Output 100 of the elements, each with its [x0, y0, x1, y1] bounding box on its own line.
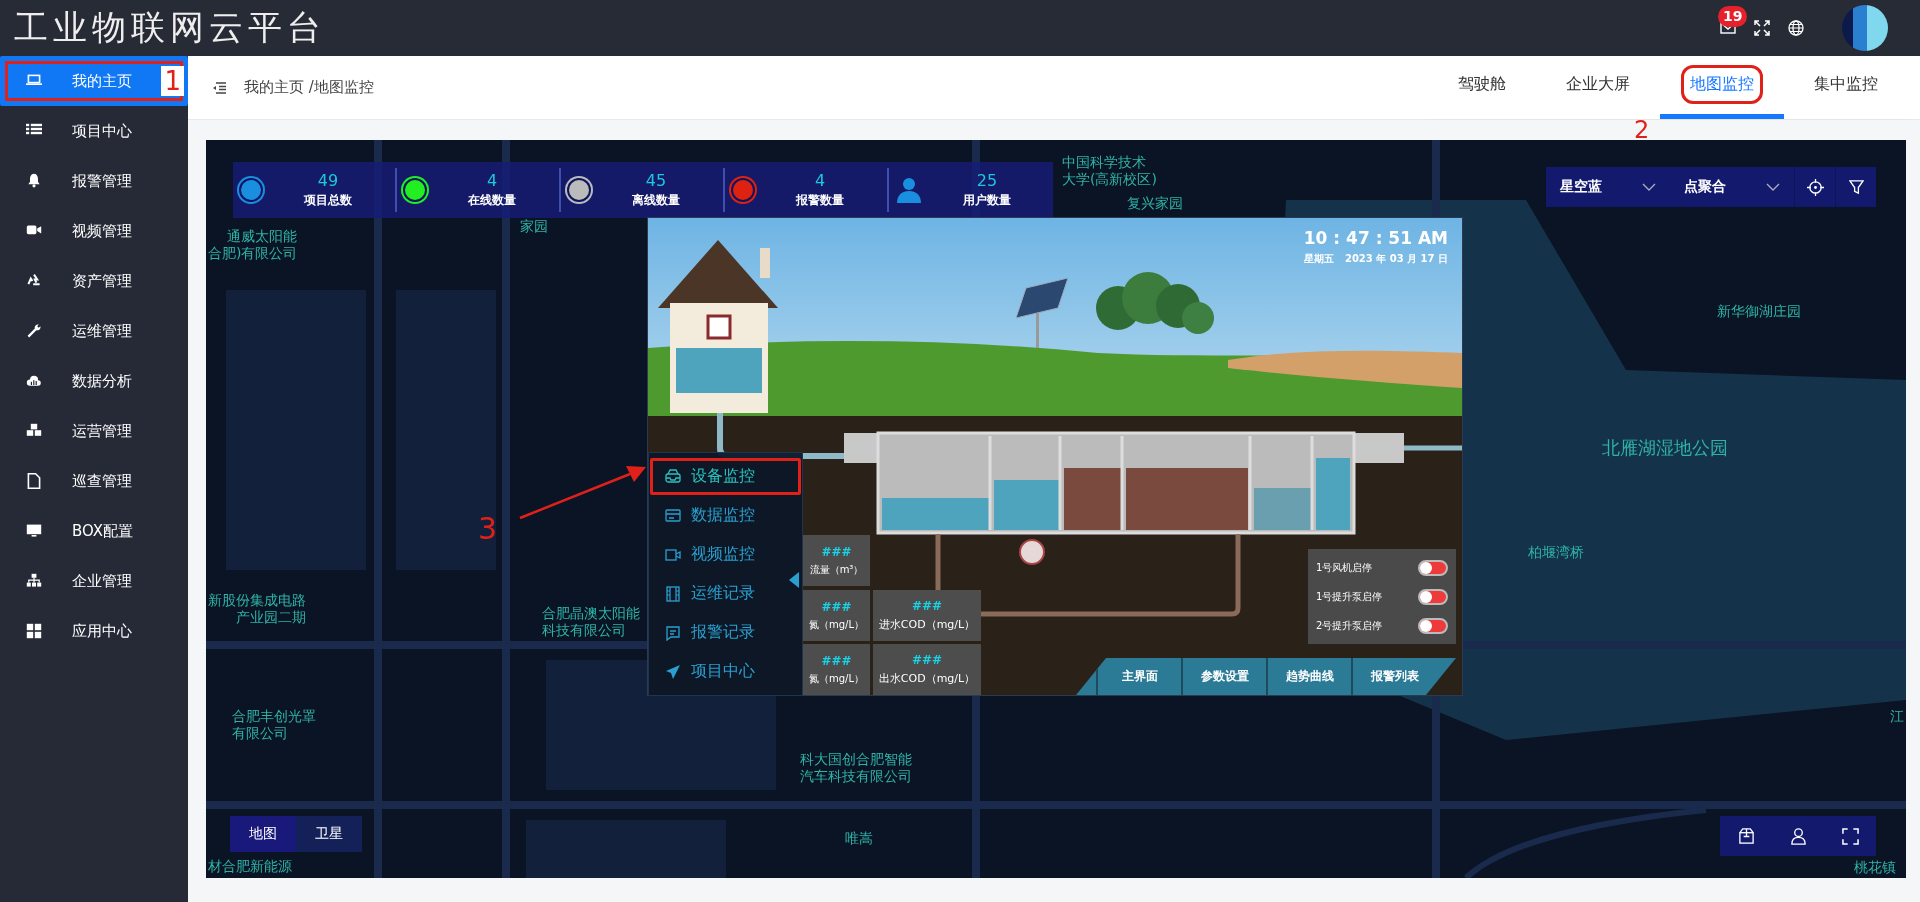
- fullscreen-icon[interactable]: [1754, 20, 1770, 36]
- collapse-arrow-icon[interactable]: [789, 572, 799, 588]
- grid-icon: [26, 623, 42, 639]
- globe-icon[interactable]: [1788, 20, 1804, 36]
- popup-menu-item[interactable]: 设备监控: [649, 457, 802, 496]
- bell-icon: [26, 173, 42, 189]
- popup-menu-item[interactable]: 运维记录: [649, 574, 802, 613]
- popup-tab[interactable]: 报警列表: [1351, 658, 1436, 695]
- wrench-icon: [26, 323, 42, 339]
- nav-tab[interactable]: 企业大屏: [1536, 55, 1660, 119]
- map-place-label: 通威太阳能 合肥)有限公司: [208, 228, 298, 262]
- popup-menu-item[interactable]: 项目中心: [649, 652, 802, 691]
- fullscreen-icon: [1841, 827, 1859, 845]
- popup-menu-item[interactable]: 视频监控: [649, 535, 802, 574]
- annotation-number: 1: [161, 66, 184, 96]
- map-place-label: 材合肥新能源: [208, 858, 292, 875]
- sidebar-item[interactable]: 视频管理: [0, 206, 188, 256]
- cubes-icon: [26, 423, 42, 439]
- popup-menu-item[interactable]: 报警记录: [649, 613, 802, 652]
- map-place-label: 江: [1890, 708, 1904, 725]
- user-icon: [897, 177, 921, 203]
- crosshair-icon: [1806, 178, 1824, 196]
- stat-label: 用户数量: [963, 192, 1011, 209]
- map-place-label: 柏堰湾桥: [1528, 544, 1584, 561]
- paper-plane-icon: [665, 663, 681, 680]
- sidebar-item[interactable]: 巡查管理: [0, 456, 188, 506]
- map-place-label: 新华御湖庄园: [1717, 303, 1801, 320]
- avatar[interactable]: [1842, 5, 1888, 51]
- card-icon: [665, 507, 681, 524]
- chevron-down-icon: [1642, 183, 1656, 191]
- stat-label: 报警数量: [796, 192, 844, 209]
- metric-value: ###: [821, 544, 852, 559]
- toggle-switch[interactable]: [1418, 617, 1448, 634]
- map-place-label: 科大国创合肥智能 汽车科技有限公司: [800, 751, 912, 785]
- film-icon: [665, 585, 681, 602]
- map-place-label: 新股份集成电路 产业园二期: [208, 592, 306, 626]
- map-place-label: 北雁湖湿地公园: [1602, 437, 1728, 459]
- filter-icon: [1848, 179, 1864, 195]
- map-place-label: 合肥晶澳太阳能 科技有限公司: [542, 605, 640, 639]
- dropdown-select[interactable]: 星空蓝: [1546, 167, 1670, 207]
- clock-date: 星期五 2023 年 03 月 17 日: [1303, 252, 1448, 266]
- stat-value: 45: [645, 171, 667, 191]
- nav-tab[interactable]: 集中监控: [1784, 55, 1908, 119]
- stat-label: 在线数量: [468, 192, 516, 209]
- document-icon: [26, 473, 42, 489]
- video-camera-icon: [665, 546, 681, 563]
- stat-label: 项目总数: [304, 192, 352, 209]
- stat-value: 25: [976, 171, 998, 191]
- package-icon: [1737, 827, 1755, 845]
- stat-value: 49: [317, 171, 339, 191]
- menu-fold-icon[interactable]: [212, 81, 226, 94]
- sidebar-item[interactable]: 运营管理: [0, 406, 188, 456]
- stat-value: 4: [814, 171, 826, 191]
- breadcrumb: 我的主页 /地图监控: [244, 78, 375, 97]
- metric-value: ###: [911, 653, 943, 667]
- message-icon: [665, 624, 681, 641]
- map-place-label: 桃花镇: [1854, 859, 1896, 876]
- popup-tab[interactable]: 趋势曲线: [1266, 658, 1351, 695]
- monitor-icon: [26, 523, 42, 539]
- notification-badge: 19: [1718, 6, 1748, 27]
- sidebar-item[interactable]: 数据分析: [0, 356, 188, 406]
- sidebar-item[interactable]: 项目中心: [0, 106, 188, 156]
- map-place-label: 唯嵩: [845, 830, 873, 847]
- nav-tab[interactable]: 驾驶舱: [1428, 55, 1536, 119]
- map-type-tab[interactable]: 卫星: [296, 816, 362, 852]
- toggle-switch[interactable]: [1418, 559, 1448, 576]
- map-place-label: 家园: [520, 218, 548, 235]
- switch-label: 1号提升泵启停: [1316, 589, 1383, 604]
- popup-menu-item[interactable]: 数据监控: [649, 496, 802, 535]
- metric-label: 流量（m³）: [809, 562, 864, 577]
- map-place-label: 复兴家园: [1127, 195, 1183, 212]
- switch-label: 1号风机启停: [1316, 560, 1373, 575]
- metric-label: 出水COD（mg/L）: [878, 671, 976, 686]
- annotation-number: 3: [478, 512, 498, 546]
- sidebar-item[interactable]: 应用中心: [0, 606, 188, 656]
- dropdown-select[interactable]: 点聚合: [1670, 167, 1794, 207]
- metric-label: 氮（mg/L）: [809, 617, 864, 632]
- chevron-down-icon: [1766, 183, 1780, 191]
- sidebar-item[interactable]: BOX配置: [0, 506, 188, 556]
- map-type-tab[interactable]: 地图: [230, 816, 296, 852]
- clock-time: 10 : 47 : 51 AM: [1303, 228, 1448, 248]
- popup-tab[interactable]: 主界面: [1096, 658, 1181, 695]
- toggle-switch[interactable]: [1418, 588, 1448, 605]
- org-chart-icon: [26, 573, 42, 589]
- map-place-label: 中国科学技术 大学(高新校区): [1062, 154, 1157, 188]
- sidebar-item[interactable]: 运维管理: [0, 306, 188, 356]
- user-icon: [1789, 827, 1807, 845]
- cloud-chart-icon: [26, 373, 42, 389]
- stat-label: 离线数量: [632, 192, 680, 209]
- sidebar-item[interactable]: 报警管理: [0, 156, 188, 206]
- nav-tab[interactable]: 地图监控: [1660, 55, 1784, 119]
- app-title: 工业物联网云平台: [14, 8, 327, 48]
- metric-label: 氮（mg/L）: [809, 671, 864, 686]
- sidebar-item[interactable]: 资产管理: [0, 256, 188, 306]
- metric-label: 进水COD（mg/L）: [878, 617, 976, 632]
- sidebar-item[interactable]: 企业管理: [0, 556, 188, 606]
- annotation-number: 2: [1634, 117, 1650, 142]
- switch-label: 2号提升泵启停: [1316, 618, 1383, 633]
- popup-tab[interactable]: 参数设置: [1181, 658, 1266, 695]
- metric-value: ###: [911, 599, 943, 613]
